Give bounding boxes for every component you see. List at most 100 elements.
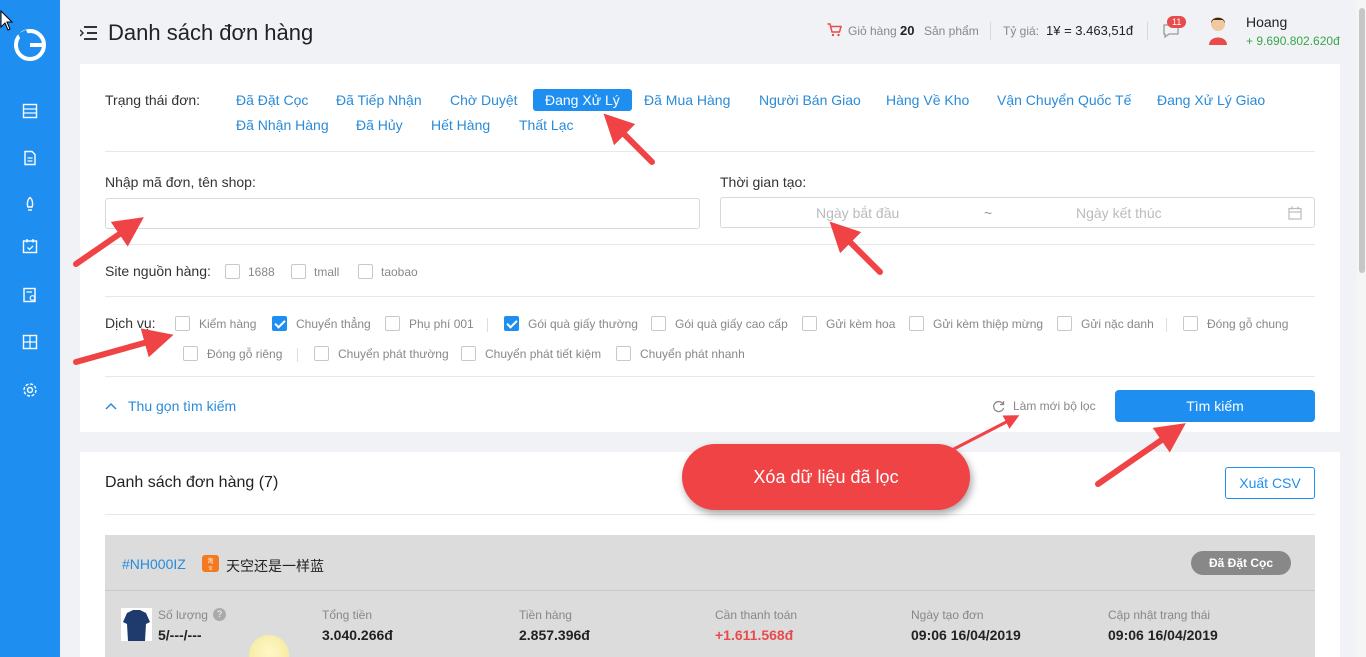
export-csv-button[interactable]: Xuất CSV: [1225, 467, 1315, 499]
sidebar-item-settings[interactable]: [0, 375, 60, 405]
service-checkbox-label[interactable]: Gói quà giấy cao cấp: [675, 317, 788, 331]
service-checkbox[interactable]: [1057, 316, 1072, 331]
sidebar-item-documents[interactable]: [0, 143, 60, 173]
service-checkbox-label[interactable]: Gói quà giấy thường: [528, 317, 638, 331]
divider: [105, 244, 1315, 245]
status-updated-value: 09:06 16/04/2019: [1108, 627, 1218, 643]
scrollbar-thumb[interactable]: [1359, 8, 1365, 273]
start-date-placeholder[interactable]: Ngày bắt đầu: [816, 205, 899, 221]
header-divider: [1147, 22, 1148, 40]
order-code[interactable]: #NH000IZ: [122, 556, 186, 572]
notification-button[interactable]: 11: [1160, 16, 1190, 42]
status-tab[interactable]: Đã Mua Hàng: [644, 92, 730, 108]
sidebar-item-calendar[interactable]: [0, 231, 60, 261]
status-tab[interactable]: Chờ Duyệt: [450, 92, 518, 108]
divider: [105, 296, 1315, 297]
menu-toggle-icon[interactable]: [80, 26, 97, 40]
service-checkbox[interactable]: [314, 346, 329, 361]
site-checkbox-label[interactable]: taobao: [381, 265, 418, 279]
status-tab[interactable]: Đang Xử Lý Giao: [1157, 92, 1265, 108]
service-checkbox-label[interactable]: Gửi kèm thiệp mừng: [933, 317, 1043, 331]
status-tab[interactable]: Đã Nhận Hàng: [236, 117, 329, 133]
cart-count[interactable]: 20: [900, 23, 914, 38]
status-tab[interactable]: Hàng Về Kho: [886, 92, 969, 108]
service-checkbox[interactable]: [175, 316, 190, 331]
service-checkbox-label[interactable]: Chuyển thẳng: [296, 317, 371, 331]
site-checkbox-label[interactable]: tmall: [314, 265, 339, 279]
mouse-cursor-icon: [0, 10, 14, 31]
service-checkbox-label[interactable]: Chuyển phát thường: [338, 347, 449, 361]
service-checkbox[interactable]: [909, 316, 924, 331]
service-checkbox[interactable]: [504, 316, 519, 331]
sidebar-item-calculator[interactable]: [0, 327, 60, 357]
orders-icon: [22, 103, 38, 119]
calendar-icon: [22, 239, 38, 254]
order-list-title: Danh sách đơn hàng (7): [105, 474, 279, 491]
site-checkbox[interactable]: [358, 264, 373, 279]
rate-value: 1¥ = 3.463,51đ: [1046, 23, 1134, 38]
search-label: Nhập mã đơn, tên shop:: [105, 174, 256, 190]
service-checkbox[interactable]: [616, 346, 631, 361]
svg-text:淘: 淘: [207, 557, 213, 565]
service-checkbox-label[interactable]: Kiểm hàng: [199, 317, 256, 331]
service-label: Dịch vụ:: [105, 315, 156, 331]
status-tab-active[interactable]: Đang Xử Lý: [533, 89, 632, 111]
status-tab[interactable]: Hết Hàng: [431, 117, 490, 133]
sidebar-item-rocket[interactable]: [0, 189, 60, 219]
quantity-value: 5/---/---: [158, 627, 202, 643]
status-tab[interactable]: Đã Đặt Cọc: [236, 92, 308, 108]
status-tab[interactable]: Đã Tiếp Nhận: [336, 92, 422, 108]
reset-filter-label: Làm mới bộ lọc: [1013, 399, 1096, 413]
end-date-placeholder[interactable]: Ngày kết thúc: [1076, 205, 1162, 221]
service-checkbox-label[interactable]: Chuyển phát nhanh: [640, 347, 745, 361]
created-date-label: Ngày tạo đơn: [911, 608, 984, 622]
service-checkbox-label[interactable]: Đóng gỗ chung: [1207, 317, 1288, 331]
search-button[interactable]: Tìm kiếm: [1115, 390, 1315, 422]
site-checkbox-label[interactable]: 1688: [248, 265, 275, 279]
service-checkbox[interactable]: [1183, 316, 1198, 331]
logo-icon[interactable]: [13, 28, 47, 62]
help-icon[interactable]: ?: [213, 608, 226, 621]
order-card[interactable]: #NH000IZ 淘 宝 天空还是一样蓝 Đã Đặt Cọc Số lượng…: [105, 535, 1315, 657]
date-range-picker[interactable]: Ngày bắt đầu ~ Ngày kết thúc: [720, 197, 1315, 228]
service-checkbox[interactable]: [461, 346, 476, 361]
site-checkbox[interactable]: [291, 264, 306, 279]
service-checkbox[interactable]: [651, 316, 666, 331]
created-date-value: 09:06 16/04/2019: [911, 627, 1021, 643]
collapse-search-toggle[interactable]: Thu gọn tìm kiếm: [105, 398, 245, 416]
document-icon: [24, 150, 36, 166]
site-checkbox[interactable]: [225, 264, 240, 279]
separator: [297, 348, 298, 362]
service-checkbox[interactable]: [385, 316, 400, 331]
service-checkbox-label[interactable]: Chuyển phát tiết kiệm: [485, 347, 601, 361]
user-name[interactable]: Hoang: [1246, 14, 1287, 30]
total-value: 3.040.266đ: [322, 627, 393, 643]
service-checkbox-label[interactable]: Gửi kèm hoa: [826, 317, 895, 331]
service-checkbox-label[interactable]: Phụ phí 001: [409, 317, 474, 331]
service-checkbox[interactable]: [183, 346, 198, 361]
separator: [487, 318, 488, 332]
status-tab[interactable]: Thất Lạc: [519, 117, 573, 133]
service-checkbox[interactable]: [802, 316, 817, 331]
sidebar-item-orders[interactable]: [0, 96, 60, 126]
status-tab[interactable]: Đã Hủy: [356, 117, 403, 133]
service-checkbox[interactable]: [272, 316, 287, 331]
search-input[interactable]: [105, 198, 700, 229]
status-tab[interactable]: Người Bán Giao: [759, 92, 861, 108]
product-thumbnail[interactable]: [121, 608, 152, 641]
gear-icon: [23, 383, 37, 397]
status-tab[interactable]: Vận Chuyển Quốc Tế: [997, 92, 1131, 108]
cart-icon[interactable]: [827, 23, 842, 37]
collapse-search-label: Thu gọn tìm kiếm: [128, 398, 237, 414]
reset-filter-button[interactable]: Làm mới bộ lọc: [992, 398, 1102, 416]
filter-panel: Trạng thái đơn: Đã Đặt Cọc Đã Tiếp Nhận …: [80, 64, 1340, 432]
page-title: Danh sách đơn hàng: [108, 20, 314, 45]
service-checkbox-label[interactable]: Gửi nặc danh: [1081, 317, 1154, 331]
cart-unit: Sản phẩm: [924, 24, 979, 38]
taobao-shop-icon: 淘 宝: [202, 555, 219, 572]
sidebar-item-reports[interactable]: [0, 280, 60, 310]
avatar[interactable]: [1206, 15, 1230, 47]
shop-name[interactable]: 天空还是一样蓝: [226, 556, 324, 576]
quantity-label: Số lượng: [158, 608, 208, 622]
service-checkbox-label[interactable]: Đóng gỗ riêng: [207, 347, 282, 361]
